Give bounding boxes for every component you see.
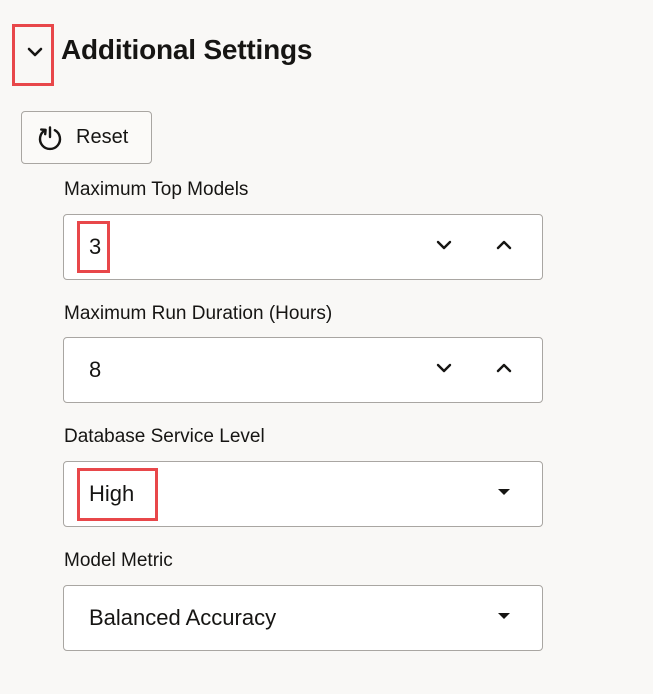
model-metric-label: Model Metric — [64, 550, 173, 571]
db-service-level-select[interactable]: High — [63, 461, 543, 527]
chevron-up-icon — [494, 235, 514, 260]
max-top-models-increment-button[interactable] — [488, 231, 520, 263]
chevron-down-icon — [24, 41, 46, 68]
chevron-down-icon — [434, 235, 454, 260]
max-run-duration-label: Maximum Run Duration (Hours) — [64, 303, 333, 324]
max-run-duration-decrement-button[interactable] — [428, 354, 460, 386]
db-service-level-label: Database Service Level — [64, 426, 265, 447]
max-top-models-input[interactable]: 3 — [89, 215, 101, 279]
chevron-up-icon — [494, 358, 514, 383]
section-title: Additional Settings — [61, 34, 313, 65]
section-collapse-toggle[interactable] — [18, 30, 52, 78]
max-run-duration-increment-button[interactable] — [488, 354, 520, 386]
model-metric-dropdown-button[interactable] — [488, 602, 520, 634]
model-metric-value: Balanced Accuracy — [89, 605, 277, 630]
caret-down-icon — [496, 484, 512, 505]
reset-button[interactable]: Reset — [21, 111, 152, 164]
max-top-models-decrement-button[interactable] — [428, 231, 460, 263]
reset-button-label: Reset — [76, 126, 129, 148]
max-top-models-stepper[interactable]: 3 — [63, 214, 543, 280]
power-reset-icon — [36, 124, 64, 152]
db-service-level-value: High — [89, 481, 135, 506]
model-metric-select[interactable]: Balanced Accuracy — [63, 585, 543, 651]
caret-down-icon — [496, 608, 512, 629]
chevron-down-icon — [434, 358, 454, 383]
max-run-duration-input[interactable]: 8 — [89, 338, 101, 402]
db-service-level-dropdown-button[interactable] — [488, 478, 520, 510]
max-top-models-label: Maximum Top Models — [64, 179, 249, 200]
max-run-duration-stepper[interactable]: 8 — [63, 337, 543, 403]
